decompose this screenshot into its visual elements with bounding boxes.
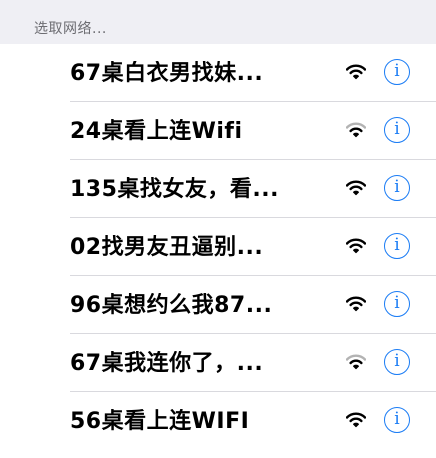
wifi-signal-icon	[346, 296, 366, 312]
info-button[interactable]: i	[384, 407, 410, 433]
network-row[interactable]: 02找男友丑逼别... i	[0, 218, 436, 276]
wifi-settings-screen: 选取网络... 67桌白衣男找妹... i 24桌看上连Wifi i 135桌找…	[0, 0, 436, 458]
network-list: 67桌白衣男找妹... i 24桌看上连Wifi i 135桌找女友，看... …	[0, 44, 436, 458]
network-name: 67桌我连你了，...	[70, 351, 264, 376]
network-name: 67桌白衣男找妹...	[70, 61, 264, 86]
info-button[interactable]: i	[384, 59, 410, 85]
wifi-signal-icon	[346, 122, 366, 138]
wifi-signal-icon	[346, 354, 366, 370]
info-button[interactable]: i	[384, 233, 410, 259]
section-header: 选取网络...	[0, 0, 436, 44]
network-row[interactable]: 67桌我连你了，... i	[0, 334, 436, 392]
info-button[interactable]: i	[384, 117, 410, 143]
info-button[interactable]: i	[384, 291, 410, 317]
network-row[interactable]: 135桌找女友，看... i	[0, 160, 436, 218]
network-row[interactable]: 67桌白衣男找妹... i	[0, 44, 436, 102]
wifi-signal-icon	[346, 412, 366, 428]
section-header-label: 选取网络...	[34, 21, 107, 37]
network-row[interactable]: 56桌看上连WIFI i	[0, 392, 436, 450]
network-name: 96桌想约么我87...	[70, 293, 273, 318]
network-name: 02找男友丑逼别...	[70, 235, 264, 260]
info-button[interactable]: i	[384, 349, 410, 375]
network-name: 135桌找女友，看...	[70, 177, 279, 202]
network-row[interactable]: 24桌看上连Wifi i	[0, 102, 436, 160]
wifi-signal-icon	[346, 238, 366, 254]
wifi-signal-icon	[346, 64, 366, 80]
network-row[interactable]: 96桌想约么我87... i	[0, 276, 436, 334]
wifi-signal-icon	[346, 180, 366, 196]
network-name: 24桌看上连Wifi	[70, 119, 243, 144]
info-button[interactable]: i	[384, 175, 410, 201]
network-name: 56桌看上连WIFI	[70, 409, 250, 434]
